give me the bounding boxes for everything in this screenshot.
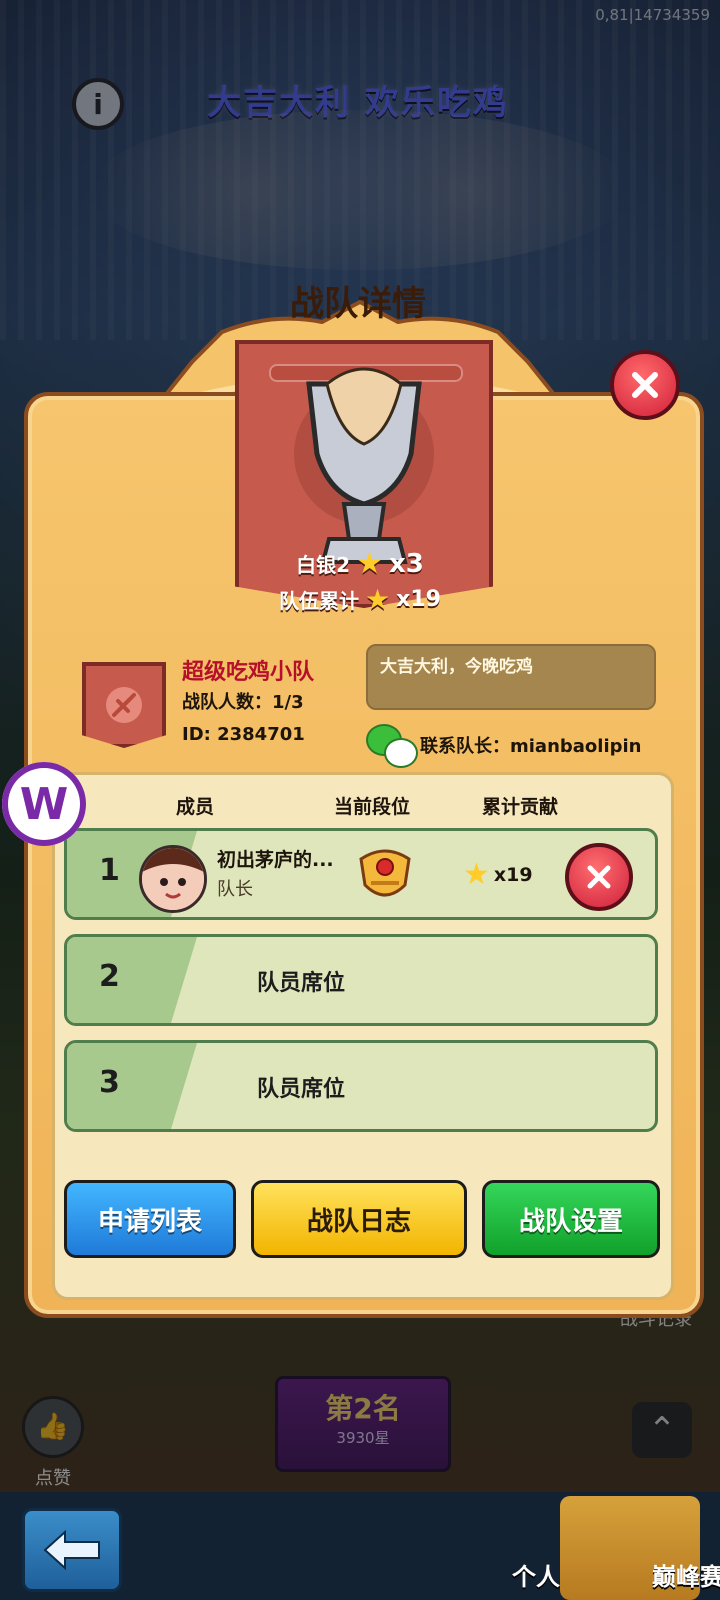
team-total-label: 队伍累计 <box>279 589 360 613</box>
tier-line: 白银2 ★ x3 <box>220 546 500 581</box>
row-index: 3 <box>99 1065 120 1100</box>
tab-personal[interactable]: 个人吃鸡 <box>420 1496 608 1600</box>
close-icon <box>587 865 611 889</box>
team-id: ID: 2384701 <box>182 724 305 745</box>
team-member-count: 战队人数：1/3 <box>182 692 304 713</box>
team-total-multiplier: x19 <box>396 587 441 612</box>
arrow-left-icon <box>43 1530 100 1570</box>
tier-multiplier: x3 <box>388 548 424 579</box>
row-stripe <box>67 937 197 1023</box>
team-motto: 大吉大利，今晚吃鸡 <box>366 644 656 710</box>
contact-captain[interactable]: 联系队长：mianbaolipin <box>366 724 642 768</box>
remove-member-button[interactable] <box>565 843 633 911</box>
header-contribution: 累计贡献 <box>482 796 559 818</box>
close-button[interactable] <box>610 350 680 420</box>
modal-title: 战队详情 <box>290 284 426 324</box>
header-rank: 当前段位 <box>334 796 411 818</box>
team-name: 超级吃鸡小队 <box>182 660 315 685</box>
empty-seat-row[interactable]: 3 队员席位 <box>64 1040 658 1132</box>
avatar <box>139 845 207 913</box>
tab-peak-event-label: 巅峰赛事 <box>652 1563 720 1591</box>
team-log-button[interactable]: 战队日志 <box>251 1180 467 1258</box>
wechat-icon <box>366 724 418 768</box>
watermark-logo: W <box>2 762 86 846</box>
tab-peak-event[interactable]: 巅峰赛事 <box>560 1496 720 1600</box>
team-settings-button[interactable]: 战队设置 <box>482 1180 660 1258</box>
apply-list-button[interactable]: 申请列表 <box>64 1180 236 1258</box>
gold-rank-badge-icon <box>359 849 411 897</box>
seat-label: 队员席位 <box>257 1077 346 1102</box>
team-total-line: 队伍累计 ★ x19 <box>220 583 500 616</box>
member-role: 队长 <box>217 879 253 900</box>
seat-label: 队员席位 <box>257 971 346 996</box>
close-icon <box>632 372 658 398</box>
sword-icon <box>106 687 142 723</box>
row-stripe <box>67 1043 197 1129</box>
member-row[interactable]: 1 初出茅庐的... 队长 ★ x19 <box>64 828 658 920</box>
tier-label-box: 白银2 ★ x3 队伍累计 ★ x19 <box>220 546 500 616</box>
back-button[interactable] <box>22 1508 122 1592</box>
contribution-value: x19 <box>493 863 533 886</box>
member-name: 初出茅庐的... <box>217 849 334 871</box>
star-icon: ★ <box>463 857 490 892</box>
empty-seat-row[interactable]: 2 队员席位 <box>64 934 658 1026</box>
tier-name: 白银2 <box>296 553 351 577</box>
star-icon: ★ <box>365 583 391 616</box>
header-member: 成员 <box>176 796 215 818</box>
team-flag <box>82 662 166 748</box>
member-contribution: ★ x19 <box>463 857 533 892</box>
star-icon: ★ <box>356 546 383 581</box>
row-index: 1 <box>99 853 120 888</box>
row-index: 2 <box>99 959 120 994</box>
contact-captain-text: 联系队长：mianbaolipin <box>420 736 642 757</box>
